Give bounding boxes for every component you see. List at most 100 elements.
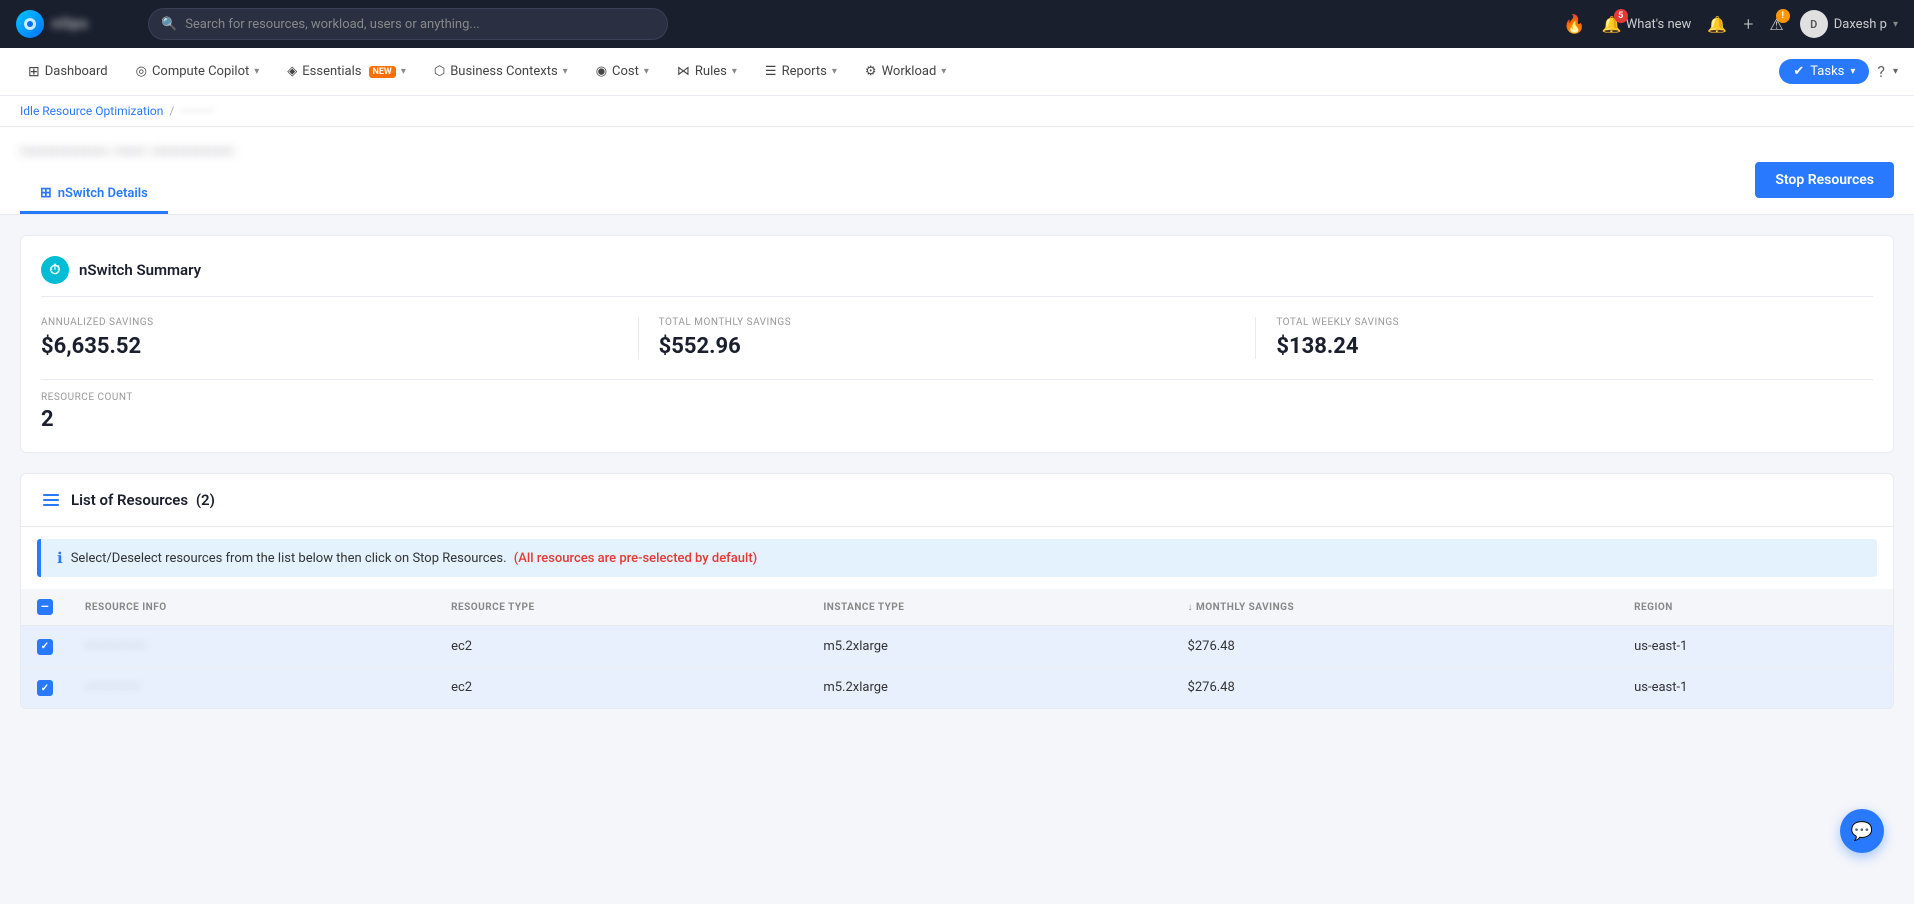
nav-essentials[interactable]: ◈ Essentials NEW ▾: [275, 48, 418, 96]
summary-header: ⏱ nSwitch Summary: [41, 256, 1873, 297]
whats-new-btn[interactable]: 🔔 5 What's new: [1602, 15, 1691, 34]
fire-icon-btn[interactable]: 🔥: [1563, 14, 1585, 35]
header-checkbox[interactable]: —: [37, 599, 53, 615]
search-icon: 🔍: [161, 17, 177, 32]
resource-table: — RESOURCE INFO RESOURCE TYPE INSTANCE T…: [21, 589, 1893, 708]
instance-type-cell: m5.2xlarge: [807, 626, 1171, 668]
search-placeholder: Search for resources, workload, users or…: [185, 17, 480, 32]
nav-compute-label: Compute Copilot: [152, 64, 249, 79]
top-nav-right: 🔥 🔔 5 What's new 🔔 + ⚠ ! D Daxesh p: [1563, 10, 1898, 38]
breadcrumb: Idle Resource Optimization / ···········: [0, 96, 1914, 127]
instance-type-value: m5.2xlarge: [823, 639, 888, 654]
chat-button[interactable]: 💬: [1840, 809, 1884, 853]
stop-resources-button[interactable]: Stop Resources: [1755, 162, 1894, 198]
essentials-icon: ◈: [287, 64, 297, 79]
resource-name: ················: [85, 680, 139, 695]
monthly-savings-cell: $276.48: [1172, 667, 1619, 708]
resources-count: (2): [196, 491, 215, 509]
help-chevron-icon[interactable]: ▾: [1893, 66, 1898, 77]
region-cell: us-east-1: [1618, 667, 1893, 708]
info-banner: ℹ Select/Deselect resources from the lis…: [37, 539, 1877, 577]
row-checkbox[interactable]: ✓: [37, 680, 53, 696]
monthly-savings-value: $276.48: [1188, 680, 1235, 695]
table-header-row: — RESOURCE INFO RESOURCE TYPE INSTANCE T…: [21, 589, 1893, 626]
notification-bell-btn[interactable]: 🔔: [1707, 15, 1727, 34]
stop-resources-label: Stop Resources: [1775, 172, 1874, 188]
resource-name-cell: ················: [69, 667, 435, 708]
region-value: us-east-1: [1634, 639, 1687, 654]
row-checkbox-cell: ✓: [21, 626, 69, 668]
region-value: us-east-1: [1634, 680, 1687, 695]
resources-card: List of Resources (2) ℹ Select/Deselect …: [20, 473, 1894, 709]
essentials-chevron-icon: ▾: [401, 66, 406, 77]
nav-rules[interactable]: ⋈ Rules ▾: [665, 48, 749, 96]
alert-badge: !: [1776, 9, 1790, 23]
row-checkbox-cell: ✓: [21, 667, 69, 708]
plus-btn[interactable]: +: [1743, 14, 1753, 35]
main-content: ⏱ nSwitch Summary ANNUALIZED SAVINGS $6,…: [0, 215, 1914, 904]
resource-type-value: ec2: [451, 639, 472, 654]
resource-name-cell: ··················: [69, 626, 435, 668]
business-icon: ⬡: [434, 64, 445, 79]
nav-reports[interactable]: ☰ Reports ▾: [753, 48, 849, 96]
summary-icon: ⏱: [41, 256, 69, 284]
row-checkbox[interactable]: ✓: [37, 639, 53, 655]
resources-header: List of Resources (2): [21, 474, 1893, 527]
nav-rules-label: Rules: [695, 64, 727, 79]
metric-annualized: ANNUALIZED SAVINGS $6,635.52: [41, 317, 639, 359]
nav-compute-copilot[interactable]: ◎ Compute Copilot ▾: [124, 48, 272, 96]
tab-nswitch-details[interactable]: ⊞ nSwitch Details: [20, 175, 168, 214]
tasks-icon: ✔: [1793, 64, 1804, 79]
table-row[interactable]: ✓ ·················· ec2 m5.2xlarge $276…: [21, 626, 1893, 668]
user-chevron-icon: ▾: [1893, 19, 1898, 30]
col-header-monthly-savings[interactable]: ↓ MONTHLY SAVINGS: [1172, 589, 1619, 626]
avatar: D: [1800, 10, 1828, 38]
breadcrumb-separator: /: [169, 104, 174, 118]
header-checkbox-cell: —: [21, 589, 69, 626]
summary-card: ⏱ nSwitch Summary ANNUALIZED SAVINGS $6,…: [20, 235, 1894, 453]
help-icon-btn[interactable]: ?: [1877, 62, 1885, 81]
summary-title: nSwitch Summary: [79, 261, 201, 279]
notif-badge: 5: [1614, 9, 1628, 23]
monthly-savings-value: $276.48: [1188, 639, 1235, 654]
page-title: ·············· ····· ·············: [20, 139, 234, 163]
weekly-label: TOTAL WEEKLY SAVINGS: [1276, 317, 1853, 328]
nswitch-tab-label: nSwitch Details: [58, 186, 148, 201]
tasks-chevron-icon: ▾: [1850, 66, 1855, 77]
username-label: Daxesh p: [1834, 17, 1887, 32]
secondary-navigation: ⊞ Dashboard ◎ Compute Copilot ▾ ◈ Essent…: [0, 48, 1914, 96]
nav-workload[interactable]: ⚙ Workload ▾: [853, 48, 958, 96]
nav-business-contexts[interactable]: ⬡ Business Contexts ▾: [422, 48, 580, 96]
instance-type-value: m5.2xlarge: [823, 680, 888, 695]
chat-icon: 💬: [1851, 821, 1873, 842]
resource-count-section: RESOURCE COUNT 2: [41, 379, 1873, 432]
reports-icon: ☰: [765, 64, 777, 79]
dashboard-icon: ⊞: [28, 64, 40, 80]
workload-icon: ⚙: [865, 64, 877, 79]
summary-metrics: ANNUALIZED SAVINGS $6,635.52 TOTAL MONTH…: [41, 317, 1873, 359]
resource-count-label: RESOURCE COUNT: [41, 392, 1873, 403]
global-search[interactable]: 🔍 Search for resources, workload, users …: [148, 8, 668, 40]
resource-type-cell: ec2: [435, 667, 807, 708]
nav-dashboard[interactable]: ⊞ Dashboard: [16, 48, 120, 96]
user-avatar-btn[interactable]: D Daxesh p ▾: [1800, 10, 1898, 38]
compute-chevron-icon: ▾: [254, 66, 259, 77]
check-icon: ✓: [41, 683, 49, 694]
nav-cost[interactable]: ◉ Cost ▾: [584, 48, 661, 96]
list-icon: [41, 490, 61, 510]
breadcrumb-parent[interactable]: Idle Resource Optimization: [20, 104, 163, 118]
monthly-value: $552.96: [659, 334, 1236, 359]
tasks-label: Tasks: [1810, 64, 1844, 79]
header-check-icon: —: [41, 602, 49, 613]
resource-type-value: ec2: [451, 680, 472, 695]
tasks-button[interactable]: ✔ Tasks ▾: [1779, 59, 1869, 84]
alert-icon-btn[interactable]: ⚠ !: [1769, 15, 1783, 34]
essentials-new-badge: NEW: [369, 66, 396, 78]
col-header-instance-type: INSTANCE TYPE: [807, 589, 1171, 626]
monthly-savings-cell: $276.48: [1172, 626, 1619, 668]
table-row[interactable]: ✓ ················ ec2 m5.2xlarge $276.4…: [21, 667, 1893, 708]
region-cell: us-east-1: [1618, 626, 1893, 668]
resource-type-cell: ec2: [435, 626, 807, 668]
annualized-label: ANNUALIZED SAVINGS: [41, 317, 618, 328]
col-header-resource-type: RESOURCE TYPE: [435, 589, 807, 626]
